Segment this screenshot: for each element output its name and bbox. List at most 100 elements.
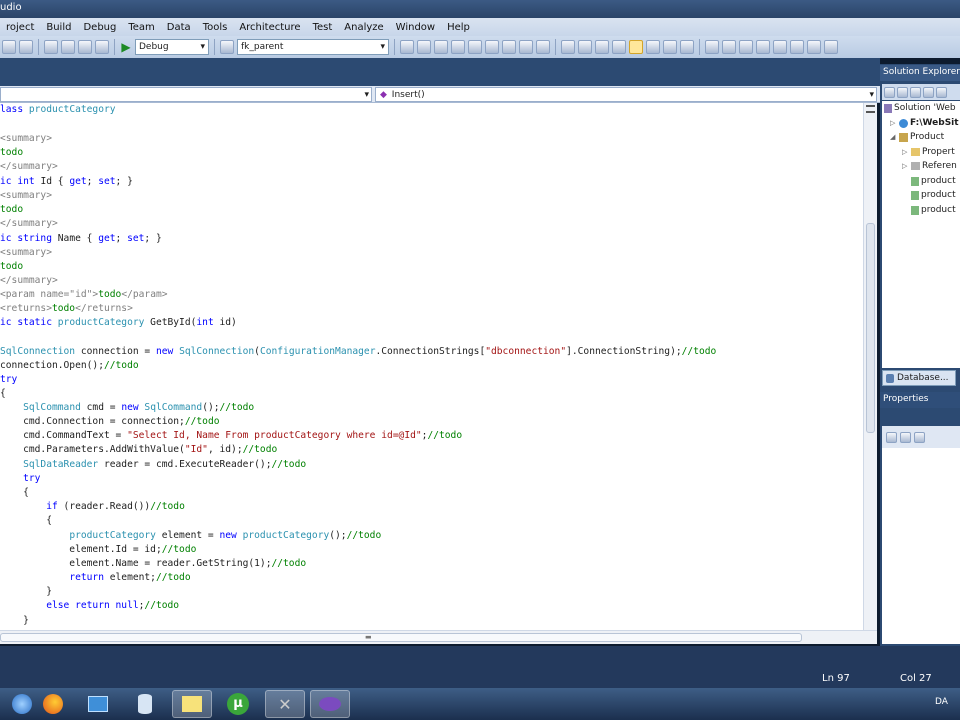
code-line[interactable]: else return null;//todo [0, 599, 179, 613]
navigate-forward-icon[interactable] [95, 40, 109, 54]
taskbar-firefox[interactable] [33, 690, 73, 718]
taskbar-database[interactable] [125, 690, 165, 718]
code-line[interactable]: { [0, 514, 52, 528]
code-line[interactable]: SqlDataReader reader = cmd.ExecuteReader… [0, 458, 306, 472]
code-line[interactable]: ic string Name { get; set; } [0, 232, 162, 246]
clear-bookmarks-icon[interactable] [756, 40, 770, 54]
code-line[interactable]: } [0, 585, 52, 599]
menu-help[interactable]: Help [441, 22, 476, 33]
comment-icon[interactable] [680, 40, 694, 54]
code-line[interactable]: ic int Id { get; set; } [0, 175, 133, 189]
member-select[interactable]: ◆ Insert() ▾ [375, 87, 877, 102]
expand-arrow-icon[interactable]: ▷ [902, 145, 909, 159]
find-combo[interactable]: fk_parent ▾ [237, 39, 389, 55]
object-browser-icon[interactable] [434, 40, 448, 54]
taskbar-utorrent[interactable]: µ [218, 690, 258, 718]
splitter-icon[interactable] [866, 105, 875, 113]
editor-vertical-scrollbar[interactable] [863, 103, 877, 630]
code-line[interactable]: <param name="id">todo</param> [0, 288, 168, 302]
code-line[interactable]: element.Id = id;//todo [0, 543, 196, 557]
vertical-scroll-thumb[interactable] [866, 223, 875, 433]
refresh-icon[interactable] [910, 86, 921, 98]
menu-build[interactable]: Build [40, 22, 77, 33]
menu-project[interactable]: roject [0, 22, 40, 33]
code-line[interactable]: connection.Open();//todo [0, 359, 139, 373]
toolbox-icon[interactable] [451, 40, 465, 54]
database-explorer-tab[interactable]: Database... [882, 370, 956, 386]
menu-data[interactable]: Data [161, 22, 197, 33]
indent-icon[interactable] [646, 40, 660, 54]
tree-item-file[interactable]: product [911, 174, 956, 188]
code-line[interactable]: <summary> [0, 189, 52, 203]
categorized-icon[interactable] [886, 431, 897, 443]
tree-item-properties[interactable]: ▷ Propert [902, 145, 955, 159]
undo-icon[interactable] [44, 40, 58, 54]
code-line[interactable]: productCategory element = new productCat… [0, 529, 381, 543]
tree-item-website[interactable]: ▷ F:\WebSit [890, 116, 959, 130]
nest-files-icon[interactable] [923, 86, 934, 98]
language-indicator[interactable]: DA [935, 697, 948, 707]
extension-icon[interactable] [502, 40, 516, 54]
tree-item-file[interactable]: product [911, 188, 956, 202]
taskbar-explorer[interactable] [78, 690, 118, 718]
code-line[interactable]: SqlCommand cmd = new SqlCommand();//todo [0, 401, 254, 415]
bookmark-icon[interactable] [705, 40, 719, 54]
code-line[interactable]: <returns>todo</returns> [0, 302, 133, 316]
open-icon[interactable] [2, 40, 16, 54]
property-pages-icon[interactable] [914, 431, 925, 443]
tree-item-solution[interactable]: Solution 'Web [884, 101, 956, 115]
code-line[interactable]: </summary> [0, 274, 58, 288]
prev-bookmark-icon[interactable] [722, 40, 736, 54]
command-window-icon[interactable] [536, 40, 550, 54]
code-line[interactable]: lass productCategory [0, 103, 116, 117]
start-debugging-icon[interactable]: ▶ [120, 40, 132, 54]
tree-item-references[interactable]: ▷ Referen [902, 159, 957, 173]
code-line[interactable]: </summary> [0, 160, 58, 174]
properties-grid[interactable] [882, 448, 960, 644]
menu-team[interactable]: Team [122, 22, 160, 33]
expand-arrow-icon[interactable]: ▷ [902, 159, 909, 173]
code-line[interactable]: try [0, 373, 17, 387]
tree-item-file[interactable]: product [911, 203, 956, 217]
team-explorer-icon[interactable] [485, 40, 499, 54]
code-line[interactable]: todo [0, 203, 23, 217]
view-code-icon[interactable] [936, 86, 947, 98]
collapse-arrow-icon[interactable]: ◢ [890, 130, 897, 144]
solution-explorer-icon[interactable] [400, 40, 414, 54]
menu-test[interactable]: Test [307, 22, 339, 33]
redo-icon[interactable] [61, 40, 75, 54]
code-line[interactable]: <summary> [0, 246, 52, 260]
code-line[interactable]: { [0, 387, 6, 401]
code-line[interactable]: todo [0, 260, 23, 274]
taskbar-tools[interactable]: ✕ [265, 690, 305, 718]
solution-explorer-header[interactable]: Solution Explorer [880, 65, 960, 81]
step-out-icon[interactable] [824, 40, 838, 54]
step-over-icon[interactable] [807, 40, 821, 54]
form-icon[interactable] [578, 40, 592, 54]
outdent-icon[interactable] [663, 40, 677, 54]
code-line[interactable]: </summary> [0, 217, 58, 231]
font-icon[interactable] [612, 40, 626, 54]
highlight-icon[interactable] [629, 40, 643, 54]
code-line[interactable]: } [0, 614, 29, 628]
properties-icon[interactable] [417, 40, 431, 54]
menu-tools[interactable]: Tools [197, 22, 234, 33]
code-line[interactable]: todo [0, 146, 23, 160]
code-line[interactable]: element.Name = reader.GetString(1);//tod… [0, 557, 306, 571]
code-line[interactable]: cmd.Connection = connection;//todo [0, 415, 219, 429]
tree-item-product[interactable]: ◢ Product [890, 130, 944, 144]
taskbar-sticky-notes[interactable] [172, 690, 212, 718]
next-bookmark-icon[interactable] [739, 40, 753, 54]
code-line[interactable]: cmd.CommandText = "Select Id, Name From … [0, 429, 462, 443]
code-line[interactable]: if (reader.Read())//todo [0, 500, 185, 514]
code-line[interactable]: return element;//todo [0, 571, 190, 585]
start-page-icon[interactable] [519, 40, 533, 54]
expand-arrow-icon[interactable]: ▷ [890, 116, 897, 130]
step-into-icon[interactable] [790, 40, 804, 54]
solution-configuration-select[interactable]: Debug ▾ [135, 39, 209, 55]
type-select[interactable]: ▾ [0, 87, 372, 102]
tools-icon[interactable] [468, 40, 482, 54]
menu-architecture[interactable]: Architecture [233, 22, 306, 33]
find-icon[interactable] [220, 40, 234, 54]
code-line[interactable]: <summary> [0, 132, 52, 146]
